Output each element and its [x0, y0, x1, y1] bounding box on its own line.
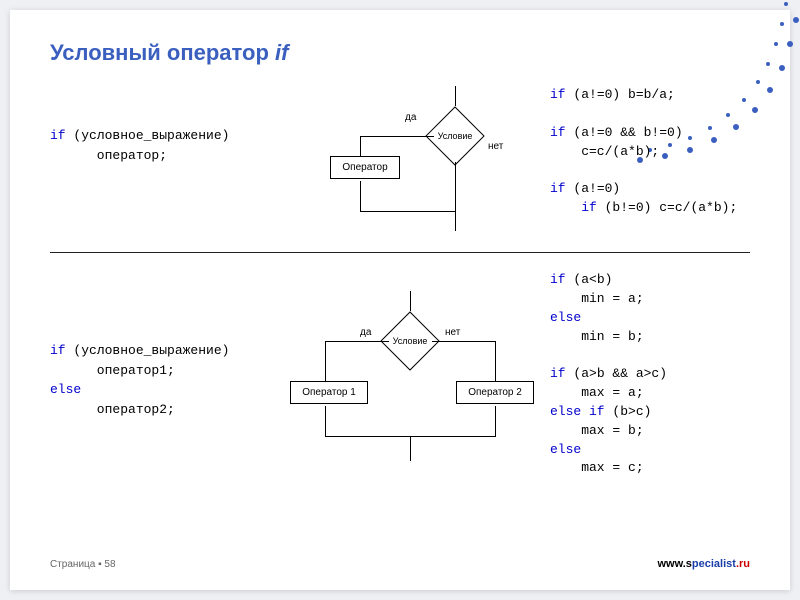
flow-line [495, 406, 496, 436]
kw-if: if [550, 272, 566, 287]
kw-if: if [550, 366, 566, 381]
kw-else-if: else if [550, 404, 605, 419]
syntax2-body2: оператор2; [50, 402, 175, 417]
flowchart-simple-if: Условие да Оператор нет [300, 86, 520, 236]
label-yes: да [405, 112, 416, 123]
syntax-simple-if: if (условное_выражение) оператор; [50, 126, 229, 165]
footer-brand: www.specialist.ru [657, 558, 750, 570]
code-examples-simple: if (a!=0) b=b/a; if (a!=0 && b!=0) c=c/(… [550, 86, 737, 218]
page-number: Страница ▪ 58 [50, 559, 116, 570]
decision-label: Условие [425, 106, 485, 166]
operator-label: Оператор [342, 162, 387, 173]
flow-line [410, 291, 411, 311]
operator2-label: Оператор 2 [468, 387, 522, 398]
kw-else: else [50, 382, 81, 397]
flowchart-if-else: Условие да Оператор 1 нет Оператор 2 [280, 291, 540, 471]
code-text: (b!=0) c=c/(a*b); [597, 200, 737, 215]
flow-line [360, 136, 361, 156]
code-text: min = b; [550, 329, 644, 344]
section-simple-if: if (условное_выражение) оператор; Услови… [50, 86, 750, 246]
title-keyword: if [275, 40, 288, 65]
flow-line [325, 406, 326, 436]
flow-line [455, 162, 456, 211]
flow-line [360, 211, 456, 212]
decision-node: Условие [425, 106, 485, 166]
decision-label: Условие [380, 311, 440, 371]
flow-line [455, 86, 456, 106]
flow-line [495, 341, 496, 381]
syntax-if-else: if (условное_выражение) оператор1; else … [50, 341, 229, 419]
code-text: (a!=0) b=b/a; [566, 87, 675, 102]
flow-line [325, 341, 326, 381]
kw-if: if [550, 87, 566, 102]
syntax1-body: (условное_выражение) оператор; [50, 128, 229, 163]
slide-title: Условный оператор if [50, 40, 750, 66]
label-yes: да [360, 327, 371, 338]
code-text: (a>b && a>c) max = a; [550, 366, 667, 400]
flow-line [360, 136, 434, 137]
code-text: max = c; [550, 460, 644, 475]
flow-line [325, 341, 389, 342]
brand-suffix: .ru [736, 558, 750, 570]
label-no: нет [445, 327, 460, 338]
syntax2-body1: (условное_выражение) оператор1; [50, 343, 229, 378]
code-examples-ifelse: if (a<b) min = a; else min = b; if (a>b … [550, 271, 667, 478]
section-divider [50, 252, 750, 253]
kw-if: if [550, 125, 566, 140]
slide: Условный оператор if if (условное_выраже… [10, 10, 790, 590]
flow-line [360, 181, 361, 211]
code-text: (a!=0 && b!=0) c=c/(a*b); [550, 125, 683, 159]
brand-prefix: www.s [657, 558, 691, 570]
decision-node: Условие [380, 311, 440, 371]
operator1-label: Оператор 1 [302, 387, 356, 398]
operator1-box: Оператор 1 [290, 381, 368, 404]
operator-box: Оператор [330, 156, 400, 179]
kw-else: else [550, 442, 581, 457]
kw-if: if [50, 128, 66, 143]
title-prefix: Условный оператор [50, 40, 275, 65]
kw-if: if [50, 343, 66, 358]
flow-line [410, 436, 411, 461]
flow-line [432, 341, 496, 342]
operator2-box: Оператор 2 [456, 381, 534, 404]
kw-else: else [550, 310, 581, 325]
kw-if: if [581, 200, 597, 215]
label-no: нет [488, 141, 503, 152]
brand-main: pecialist [692, 558, 736, 570]
kw-if: if [550, 181, 566, 196]
section-if-else: if (условное_выражение) оператор1; else … [50, 271, 750, 531]
flow-line [455, 211, 456, 231]
